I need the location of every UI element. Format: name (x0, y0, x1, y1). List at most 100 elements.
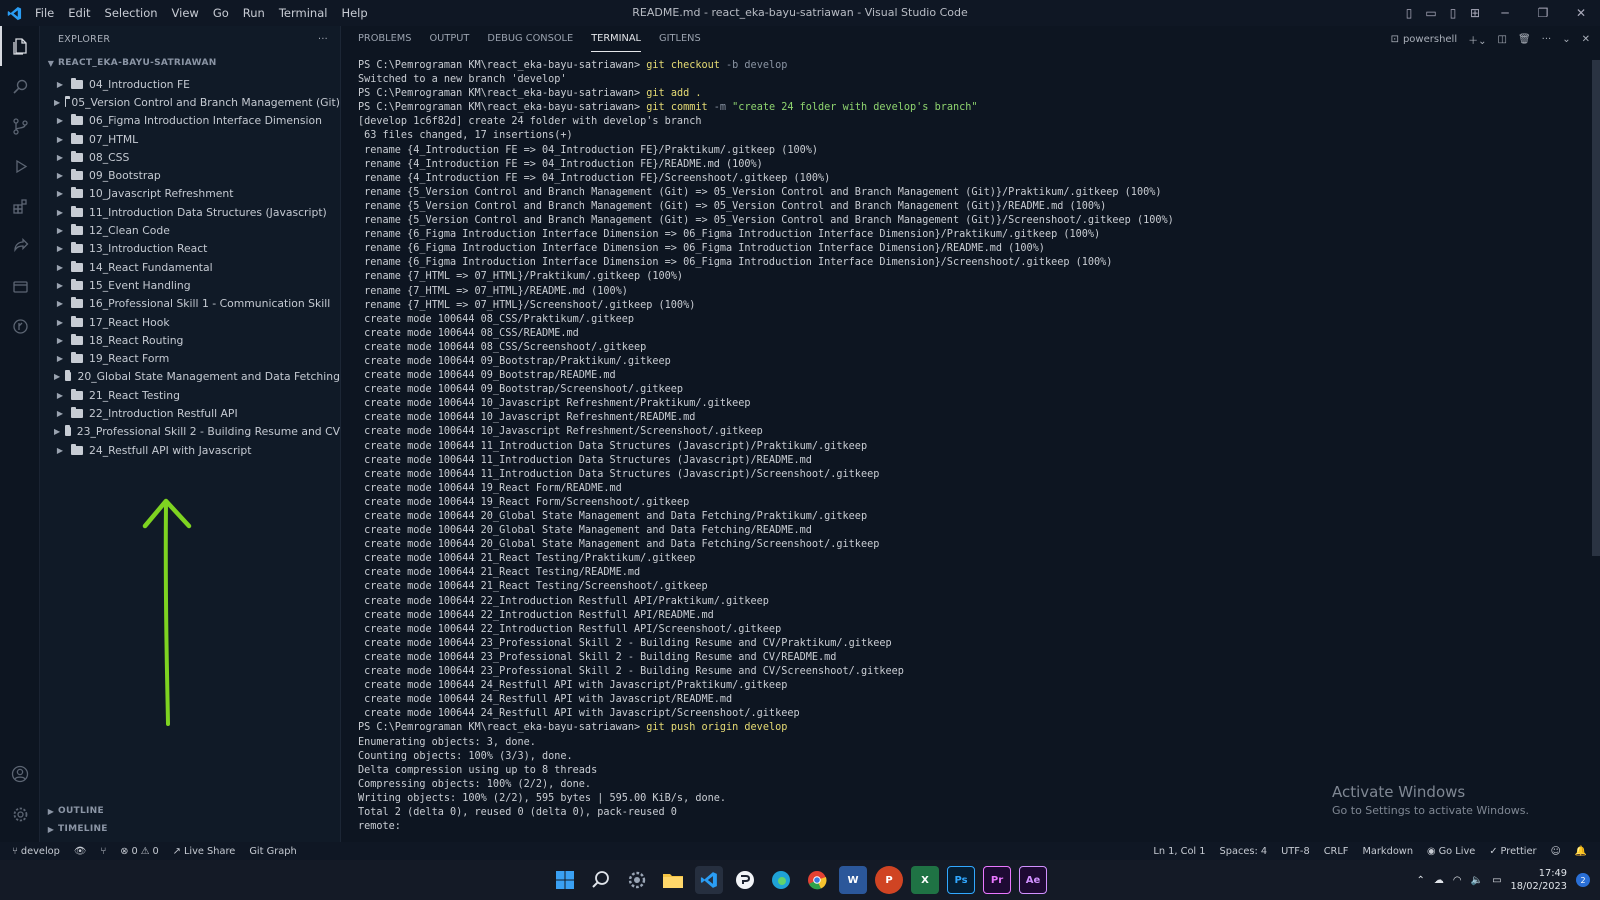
workspace-root[interactable]: ▼ REACT_EKA-BAYU-SATRIAWAN (40, 52, 340, 74)
tab-problems[interactable]: PROBLEMS (358, 26, 411, 52)
folder-item[interactable]: ▶ 17_React Hook (40, 313, 340, 331)
tab-debug-console[interactable]: DEBUG CONSOLE (487, 26, 573, 52)
taskbar-search-icon[interactable] (587, 866, 615, 894)
folder-item[interactable]: ▶ 08_CSS (40, 148, 340, 166)
windows-start-icon[interactable] (551, 866, 579, 894)
customize-layout-icon[interactable]: ⊞ (1464, 6, 1486, 20)
menu-terminal[interactable]: Terminal (272, 0, 335, 26)
restore-button[interactable]: ❐ (1524, 6, 1562, 20)
outline-section[interactable]: ▶ OUTLINE (40, 802, 104, 820)
powerpoint-app-icon[interactable]: P (875, 866, 903, 894)
folder-item[interactable]: ▶ 06_Figma Introduction Interface Dimensi… (40, 112, 340, 130)
git-graph-status[interactable]: Git Graph (242, 846, 303, 857)
settings-app-icon[interactable] (623, 866, 651, 894)
gitlens-icon[interactable] (0, 306, 40, 346)
folder-item[interactable]: ▶ 23_Professional Skill 2 - Building Resu… (40, 423, 340, 441)
chrome-browser-icon[interactable] (803, 866, 831, 894)
go-live-status[interactable]: ◉ Go Live (1420, 846, 1482, 857)
menu-selection[interactable]: Selection (98, 0, 165, 26)
menu-run[interactable]: Run (236, 0, 272, 26)
line-ending[interactable]: CRLF (1317, 846, 1356, 857)
split-terminal-icon[interactable]: ◫ (1498, 34, 1507, 45)
folder-item[interactable]: ▶ 15_Event Handling (40, 276, 340, 294)
tab-output[interactable]: OUTPUT (429, 26, 469, 52)
branch-status[interactable]: ⑂ develop (0, 846, 67, 857)
source-control-icon[interactable] (0, 106, 40, 146)
volume-icon[interactable]: 🔈 (1471, 875, 1483, 886)
language-mode[interactable]: Markdown (1355, 846, 1420, 857)
sync-icon[interactable]: 👁 (67, 846, 93, 857)
close-panel-icon[interactable]: ✕ (1582, 34, 1590, 45)
minimize-button[interactable]: ─ (1486, 6, 1524, 20)
feedback-icon[interactable]: ☺ (1544, 846, 1568, 857)
live-share-icon[interactable] (0, 226, 40, 266)
chevron-up-icon[interactable]: ⌃ (1417, 875, 1425, 886)
after-effects-app-icon[interactable]: Ae (1019, 866, 1047, 894)
folder-item[interactable]: ▶ 07_HTML (40, 130, 340, 148)
folder-item[interactable]: ▶ 13_Introduction React (40, 240, 340, 258)
cloud-icon[interactable]: ☁ (1434, 875, 1444, 886)
photoshop-app-icon[interactable]: Ps (947, 866, 975, 894)
chevron-down-icon[interactable]: ⌄ (1562, 34, 1570, 45)
terminal-output[interactable]: PS C:\Pemrograman KM\react_eka-bayu-satr… (358, 59, 1174, 834)
folder-item[interactable]: ▶ 16_Professional Skill 1 - Communication… (40, 295, 340, 313)
more-actions-icon[interactable]: ··· (1542, 34, 1552, 45)
folder-item[interactable]: ▶ 11_Introduction Data Structures (Javasc… (40, 203, 340, 221)
folder-item[interactable]: ▶ 12_Clean Code (40, 221, 340, 239)
excel-app-icon[interactable]: X (911, 866, 939, 894)
menu-help[interactable]: Help (334, 0, 374, 26)
trash-icon[interactable]: 🗑 (1518, 34, 1531, 45)
search-icon[interactable] (0, 66, 40, 106)
clock[interactable]: 17:49 18/02/2023 (1511, 867, 1567, 893)
app-circle-icon[interactable] (731, 866, 759, 894)
toggle-secondary-sidebar-icon[interactable]: ▯ (1442, 6, 1464, 20)
account-icon[interactable] (0, 754, 40, 794)
folder-item[interactable]: ▶ 24_Restfull API with Javascript (40, 441, 340, 459)
close-window-button[interactable]: ✕ (1562, 6, 1600, 20)
timeline-section[interactable]: ▶ TIMELINE (40, 820, 108, 838)
run-debug-icon[interactable] (0, 146, 40, 186)
wifi-icon[interactable]: ◠ (1453, 875, 1462, 886)
folder-item[interactable]: ▶ 21_React Testing (40, 386, 340, 404)
folder-item[interactable]: ▶ 20_Global State Management and Data Fet… (40, 368, 340, 386)
folder-item[interactable]: ▶ 14_React Fundamental (40, 258, 340, 276)
tab-gitlens[interactable]: GITLENS (659, 26, 701, 52)
menu-go[interactable]: Go (206, 0, 236, 26)
explorer-more-icon[interactable]: ··· (318, 34, 328, 45)
menu-edit[interactable]: Edit (61, 0, 97, 26)
new-terminal-icon[interactable]: ＋⌄ (1468, 32, 1486, 47)
file-explorer-app-icon[interactable] (659, 866, 687, 894)
toggle-panel-icon[interactable]: ▭ (1420, 6, 1442, 20)
folder-item[interactable]: ▶ 05_Version Control and Branch Managemen… (40, 93, 340, 111)
terminal-scrollbar[interactable] (1592, 60, 1600, 556)
remote-explorer-icon[interactable] (0, 266, 40, 306)
menu-view[interactable]: View (165, 0, 206, 26)
terminal-shell-selector[interactable]: ⊡ powershell (1391, 34, 1458, 45)
extensions-icon[interactable] (0, 186, 40, 226)
notifications-bell-icon[interactable]: 🔔 (1568, 846, 1594, 857)
toggle-sidebar-icon[interactable]: ▯ (1398, 6, 1420, 20)
notification-badge[interactable]: 2 (1576, 873, 1590, 887)
premiere-app-icon[interactable]: Pr (983, 866, 1011, 894)
problems-status[interactable]: ⊗ 0 ⚠ 0 (113, 846, 165, 857)
cursor-position[interactable]: Ln 1, Col 1 (1146, 846, 1212, 857)
menu-file[interactable]: File (28, 0, 61, 26)
battery-icon[interactable]: ▭ (1492, 875, 1501, 886)
folder-item[interactable]: ▶ 19_React Form (40, 349, 340, 367)
vscode-app-icon[interactable] (695, 866, 723, 894)
tab-terminal[interactable]: TERMINAL (591, 26, 642, 52)
folder-item[interactable]: ▶ 09_Bootstrap (40, 166, 340, 184)
word-app-icon[interactable]: W (839, 866, 867, 894)
prettier-status[interactable]: ✓ Prettier (1482, 846, 1543, 857)
folder-item[interactable]: ▶ 10_Javascript Refreshment (40, 185, 340, 203)
live-share-status[interactable]: ↗ Live Share (166, 846, 243, 857)
explorer-icon[interactable] (0, 26, 40, 66)
folder-item[interactable]: ▶ 18_React Routing (40, 331, 340, 349)
edge-browser-icon[interactable] (767, 866, 795, 894)
folder-item[interactable]: ▶ 22_Introduction Restfull API (40, 404, 340, 422)
folder-item[interactable]: ▶ 04_Introduction FE (40, 75, 340, 93)
git-fetch-icon[interactable]: ⑂ (93, 846, 113, 857)
indentation[interactable]: Spaces: 4 (1213, 846, 1275, 857)
encoding[interactable]: UTF-8 (1274, 846, 1317, 857)
settings-gear-icon[interactable] (0, 794, 40, 834)
